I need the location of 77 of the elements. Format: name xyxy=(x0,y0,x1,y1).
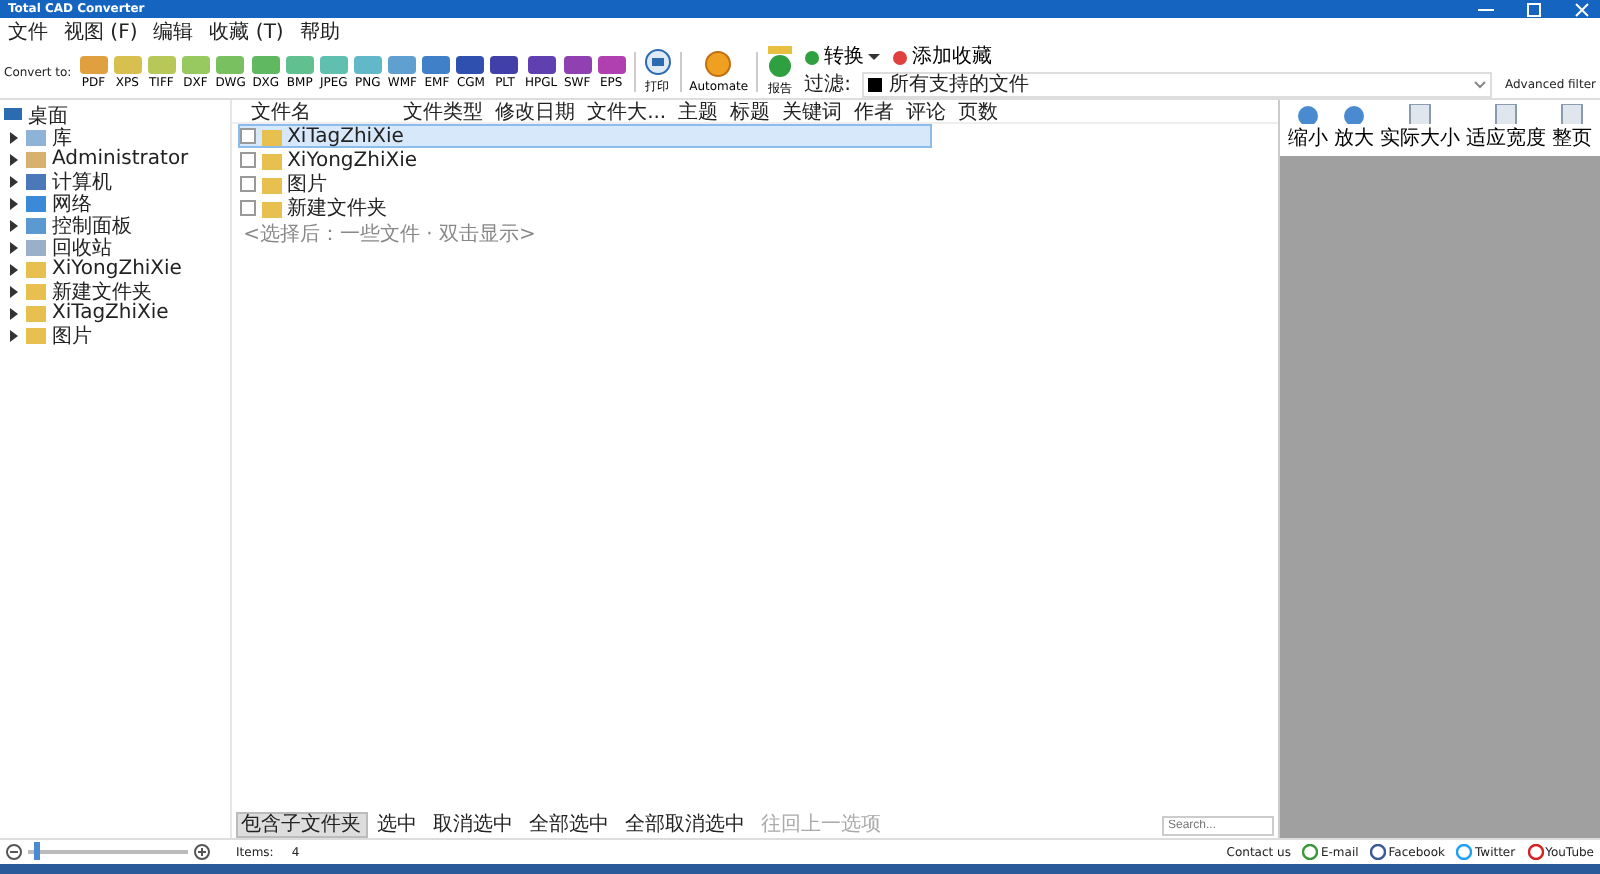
close-icon[interactable] xyxy=(1572,1,1592,17)
slider-thumb[interactable] xyxy=(34,842,40,860)
tree-item[interactable]: 桌面 xyxy=(28,101,68,129)
file-name: 新建文件夹 xyxy=(287,195,388,222)
menu-item[interactable]: 帮助 xyxy=(299,18,340,46)
column-header[interactable]: 标题 xyxy=(730,97,783,125)
social-icon xyxy=(1302,844,1319,860)
convert-icon xyxy=(804,49,821,65)
tool-icon xyxy=(1560,104,1584,124)
zoom-in-icon[interactable] xyxy=(194,844,210,860)
column-header[interactable]: 评论 xyxy=(906,97,959,125)
checkbox[interactable] xyxy=(239,152,256,168)
social-icon xyxy=(1370,844,1387,860)
tree-item[interactable]: 控制面板 xyxy=(52,211,132,239)
column-header[interactable]: 文件大... xyxy=(587,97,679,125)
tool-icon xyxy=(1296,104,1320,124)
column-header[interactable]: 文件名 xyxy=(231,97,404,125)
folder-icon xyxy=(261,127,282,145)
preview-tool-button[interactable]: 整页 xyxy=(1552,104,1592,152)
file-name: XiTagZhiXie xyxy=(287,125,404,147)
tool-icon xyxy=(1408,104,1432,124)
tree-item[interactable]: XiTagZhiXie xyxy=(52,302,169,324)
tree-item[interactable]: 库 xyxy=(52,123,72,151)
add-favorite-button[interactable]: 添加收藏 xyxy=(892,46,993,68)
column-header[interactable]: 作者 xyxy=(854,97,907,125)
tree-item[interactable]: 网络 xyxy=(52,189,92,217)
folder-icon xyxy=(261,151,282,169)
report-icon xyxy=(766,46,795,78)
filter-label: 过滤: xyxy=(804,71,851,98)
column-header[interactable]: 页数 xyxy=(958,97,1011,125)
folder-icon xyxy=(261,175,282,193)
file-name: 图片 xyxy=(287,171,328,197)
file-row[interactable]: XiTagZhiXie xyxy=(237,124,932,148)
column-header[interactable]: 文件类型 xyxy=(403,97,496,125)
file-row[interactable]: 图片 xyxy=(237,172,932,196)
filter-dropdown[interactable]: 所有支持的文件 xyxy=(862,71,1493,97)
tree-item[interactable]: 新建文件夹 xyxy=(52,277,152,305)
tree-item[interactable]: 图片 xyxy=(52,321,92,349)
tool-icon xyxy=(1494,104,1518,124)
tree-item[interactable]: 计算机 xyxy=(52,167,112,195)
column-header[interactable]: 修改日期 xyxy=(495,97,588,125)
caret-icon xyxy=(868,52,881,62)
desktop-icon xyxy=(4,106,22,124)
maximize-icon[interactable] xyxy=(1524,1,1544,17)
list-hint: <选择后：一些文件 · 双击显示> xyxy=(243,221,538,248)
tree-item[interactable]: Administrator xyxy=(52,148,189,170)
filter-button[interactable]: 包含子文件夹 xyxy=(235,812,368,838)
tree-item[interactable]: 回收站 xyxy=(52,233,112,261)
menu-item[interactable]: 文件 xyxy=(8,18,48,46)
checkbox[interactable] xyxy=(239,176,256,192)
filter-button[interactable]: 全部选中 xyxy=(523,812,616,838)
preview-tool-button[interactable]: 实际大小 xyxy=(1380,104,1460,152)
social-icon xyxy=(1456,844,1473,860)
preview-tool-button[interactable]: 缩小 xyxy=(1288,104,1328,152)
filter-button[interactable]: 选中 xyxy=(371,812,424,838)
menu-item[interactable]: 编辑 xyxy=(153,18,194,46)
file-row[interactable]: 新建文件夹 xyxy=(237,196,932,220)
file-name: XiYongZhiXie xyxy=(287,149,418,171)
checkbox[interactable] xyxy=(239,128,256,144)
menu-item[interactable]: 收藏 (T) xyxy=(209,18,284,46)
preview-tool-button[interactable]: 放大 xyxy=(1334,104,1374,152)
column-header[interactable]: 主题 xyxy=(678,97,731,125)
convert-button[interactable]: 转换 xyxy=(804,46,881,68)
caret-icon xyxy=(1474,79,1487,89)
zoom-out-icon[interactable] xyxy=(6,844,22,860)
checkbox[interactable] xyxy=(239,200,256,216)
tree-item[interactable]: XiYongZhiXie xyxy=(52,258,182,280)
preview-tool-button[interactable]: 适应宽度 xyxy=(1466,104,1546,152)
folder-icon xyxy=(261,199,282,217)
tool-icon xyxy=(1342,104,1366,124)
column-header[interactable]: 关键词 xyxy=(782,97,855,125)
menu-item[interactable]: 视图 (F) xyxy=(64,18,138,46)
social-icon xyxy=(1527,844,1544,860)
file-type-icon xyxy=(868,77,883,91)
filter-button[interactable]: 取消选中 xyxy=(427,812,520,838)
file-row[interactable]: XiYongZhiXie xyxy=(237,148,932,172)
filter-button[interactable]: 全部取消选中 xyxy=(619,812,752,838)
